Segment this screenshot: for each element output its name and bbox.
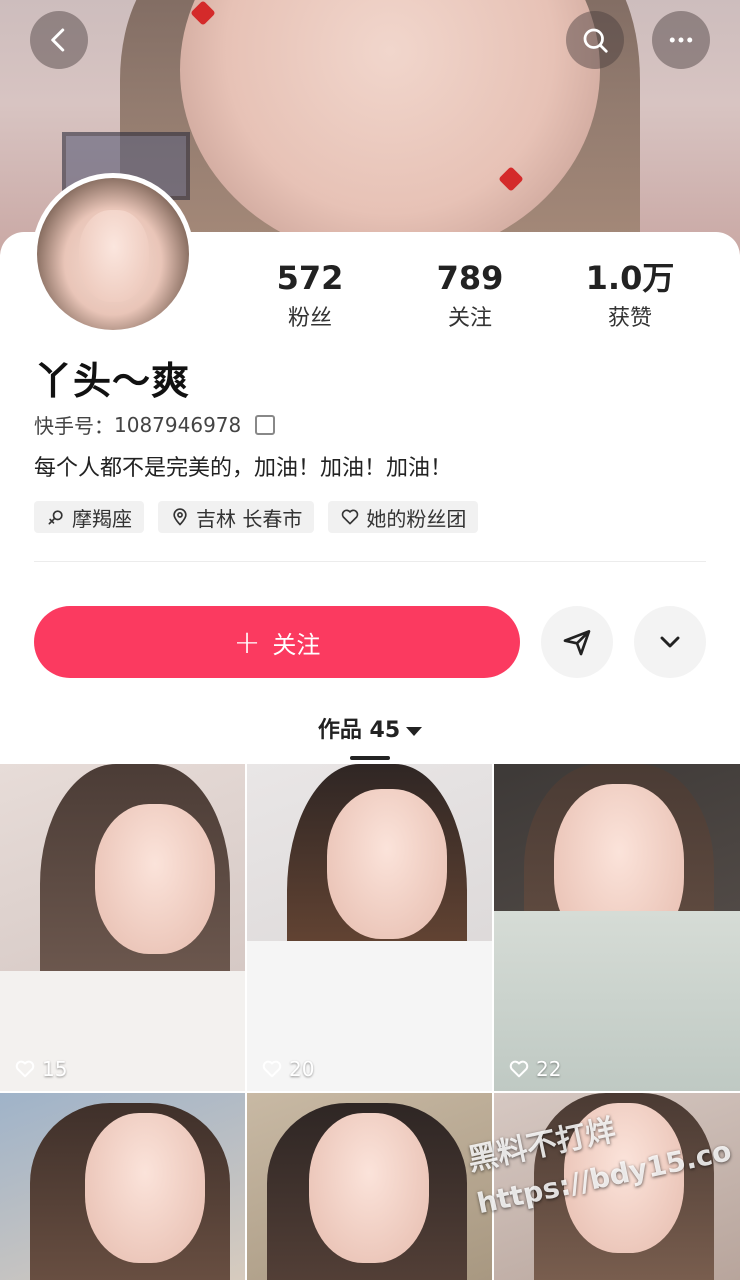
tag-fan-club[interactable]: 她的粉丝团 [328, 501, 479, 533]
tag-location[interactable]: 吉林 长春市 [158, 501, 315, 533]
stat-following[interactable]: 789 关注 [390, 258, 550, 332]
heart-outline-icon [342, 509, 359, 525]
tab-works-label: 作品 45 [317, 718, 401, 743]
like-count-value: 20 [289, 1057, 315, 1081]
avatar[interactable] [32, 173, 194, 335]
search-icon [583, 28, 608, 53]
like-count: 20 [261, 1057, 314, 1081]
like-count-value: 15 [42, 1057, 68, 1081]
tag-label: 摩羯座 [72, 506, 132, 531]
tag-zodiac[interactable]: 摩羯座 [34, 501, 144, 533]
stat-value: 572 [276, 259, 344, 297]
copy-icon[interactable] [255, 414, 276, 435]
stat-value: 789 [436, 259, 504, 297]
back-button[interactable] [30, 11, 88, 69]
kuaishou-id-value: 1087946978 [114, 412, 242, 437]
profile-bio: 每个人都不是完美的，加油！加油！加油！ [34, 456, 453, 481]
video-tile[interactable] [247, 1093, 492, 1280]
profile-name: 丫头～爽 [34, 359, 191, 403]
video-tile[interactable]: 22 [494, 764, 740, 1091]
follow-label: 关注 [272, 630, 321, 659]
female-symbol-icon [48, 510, 63, 525]
stat-label: 获赞 [607, 306, 652, 331]
tag-label: 她的粉丝团 [366, 506, 467, 531]
stat-fans[interactable]: 572 粉丝 [230, 258, 390, 332]
stat-label: 粉丝 [287, 306, 332, 331]
more-button[interactable] [652, 11, 710, 69]
profile-tags: 摩羯座 吉林 长春市 她的粉丝团 [34, 501, 479, 533]
send-message-button[interactable] [541, 606, 613, 678]
tab-works[interactable]: 作品 45 [0, 712, 740, 744]
heart-outline-icon [15, 1060, 35, 1078]
video-tile[interactable]: 20 [247, 764, 492, 1091]
like-count: 15 [14, 1057, 67, 1081]
tag-label: 吉林 长春市 [196, 506, 303, 531]
video-tile[interactable] [0, 1093, 245, 1280]
plus-icon: + [233, 623, 261, 661]
follow-button[interactable]: + 关注 [34, 606, 520, 678]
more-dots-icon [669, 37, 693, 43]
heart-outline-icon [509, 1060, 529, 1078]
stat-label: 关注 [447, 306, 492, 331]
chevron-down-icon [660, 636, 680, 648]
stat-likes[interactable]: 1.0万 获赞 [550, 258, 710, 332]
like-count: 22 [508, 1057, 561, 1081]
paper-plane-icon [563, 630, 591, 656]
location-pin-icon [173, 508, 187, 526]
chevron-left-icon [51, 28, 65, 52]
caret-down-icon [406, 726, 423, 736]
divider [34, 561, 706, 562]
stats-row: 572 粉丝 789 关注 1.0万 获赞 [230, 258, 710, 332]
expand-button[interactable] [634, 606, 706, 678]
kuaishou-id-row: 快手号： 1087946978 [34, 410, 276, 439]
kuaishou-id-label: 快手号： [34, 414, 114, 438]
search-button[interactable] [566, 11, 624, 69]
like-count-value: 22 [536, 1057, 562, 1081]
heart-outline-icon [262, 1060, 282, 1078]
video-tile[interactable]: 15 [0, 764, 245, 1091]
works-grid: 15 20 22 [0, 764, 740, 1280]
stat-value: 1.0万 [585, 259, 675, 297]
tab-underline [350, 756, 390, 760]
